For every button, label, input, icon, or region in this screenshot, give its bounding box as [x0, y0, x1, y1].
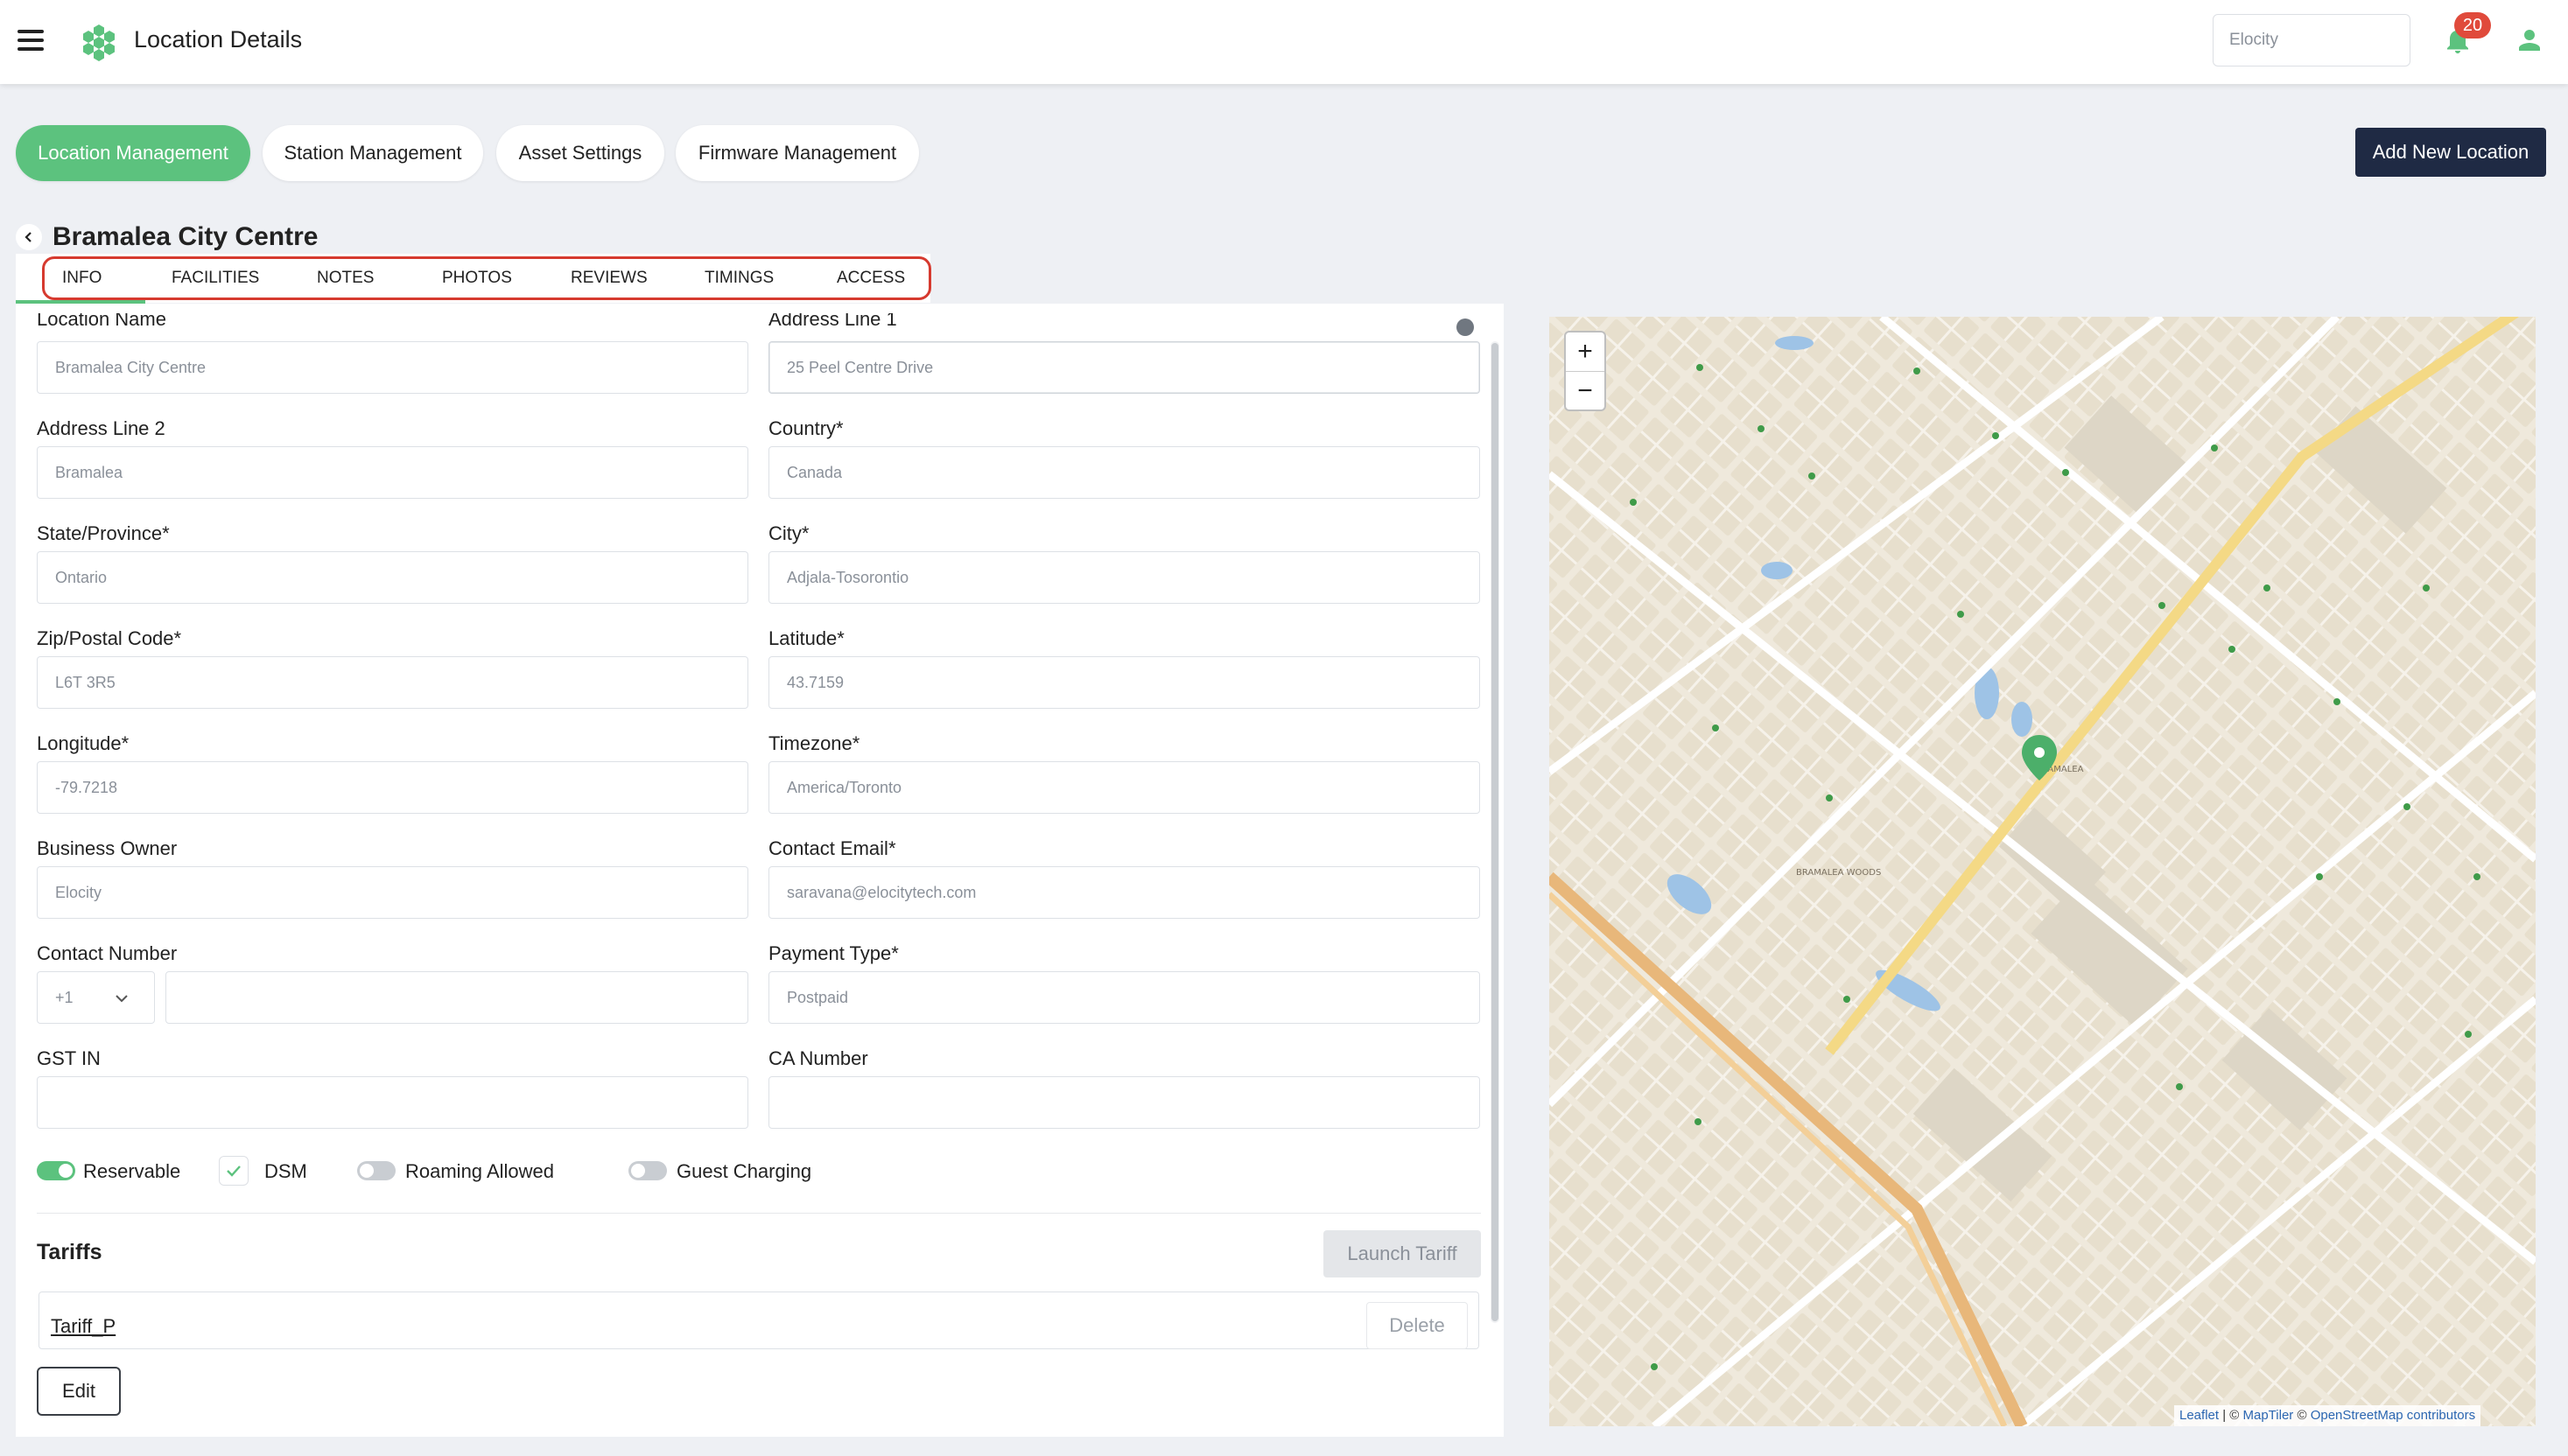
- city-input[interactable]: Adjala-Tosorontio: [768, 551, 1480, 604]
- location-title: Bramalea City Centre: [53, 222, 319, 251]
- notification-badge: 20: [2454, 12, 2491, 38]
- tariffs-title: Tariffs: [37, 1240, 102, 1264]
- user-icon[interactable]: [2514, 24, 2545, 56]
- ca-number-label: CA Number: [768, 1047, 868, 1069]
- address-line-2-input[interactable]: Bramalea: [37, 446, 748, 499]
- zoom-out-button[interactable]: −: [1566, 372, 1604, 410]
- payment-type-label: Payment Type*: [768, 942, 899, 964]
- business-owner-label: Business Owner: [37, 837, 178, 859]
- leaflet-link[interactable]: Leaflet: [2179, 1408, 2219, 1423]
- address-line-1-label: Address Line 1: [768, 313, 897, 330]
- chevron-down-icon: [116, 995, 128, 1003]
- guest-charging-toggle[interactable]: [628, 1161, 667, 1180]
- gst-in-label: GST IN: [37, 1047, 101, 1069]
- address-line-1-input[interactable]: 25 Peel Centre Drive: [768, 341, 1480, 394]
- reservable-label: Reservable: [83, 1160, 181, 1182]
- roaming-toggle[interactable]: [357, 1161, 396, 1180]
- dsm-label: DSM: [264, 1160, 307, 1182]
- city-label: City*: [768, 522, 810, 544]
- app-title: Location Details: [134, 26, 303, 52]
- roaming-label: Roaming Allowed: [405, 1160, 554, 1182]
- gst-in-input[interactable]: [37, 1076, 748, 1129]
- organization-select[interactable]: Elocity: [2213, 14, 2410, 66]
- country-input[interactable]: Canada: [768, 446, 1480, 499]
- tab-firmware-management[interactable]: Firmware Management: [676, 125, 919, 181]
- attribution-sep: | ©: [2219, 1408, 2243, 1423]
- add-new-location-button[interactable]: Add New Location: [2355, 128, 2546, 177]
- country-code-value: +1: [55, 989, 74, 1006]
- payment-type-input[interactable]: Postpaid: [768, 971, 1480, 1024]
- tab-asset-settings[interactable]: Asset Settings: [496, 125, 664, 181]
- ca-number-input[interactable]: [768, 1076, 1480, 1129]
- location-name-input[interactable]: Bramalea City Centre: [37, 341, 748, 394]
- info-icon[interactable]: [1456, 318, 1474, 336]
- map-label-bramalea-woods: BRAMALEA WOODS: [1796, 868, 1881, 878]
- state-label: State/Province*: [37, 522, 170, 544]
- map-zoom-control: + −: [1564, 331, 1606, 411]
- location-map[interactable]: BRAMALEA BRAMALEA WOODS: [1549, 317, 2536, 1426]
- zip-label: Zip/Postal Code*: [37, 627, 182, 649]
- menu-icon[interactable]: [18, 30, 44, 51]
- country-label: Country*: [768, 417, 844, 439]
- dsm-checkbox[interactable]: [219, 1156, 249, 1186]
- longitude-label: Longitude*: [37, 732, 130, 754]
- timezone-label: Timezone*: [768, 732, 860, 754]
- tariff-row: [39, 1292, 1479, 1349]
- country-code-select[interactable]: +1: [37, 971, 155, 1024]
- tariff-name-link[interactable]: Tariff_P: [51, 1315, 116, 1338]
- attribution-osm-prefix: ©: [2293, 1408, 2311, 1423]
- latitude-input[interactable]: 43.7159: [768, 656, 1480, 709]
- location-name-label: Location Name: [37, 313, 166, 330]
- tab-location-management[interactable]: Location Management: [16, 125, 250, 181]
- top-bar: Location Details Elocity 20: [0, 0, 2568, 84]
- longitude-input[interactable]: -79.7218: [37, 761, 748, 814]
- contact-email-label: Contact Email*: [768, 837, 896, 859]
- contact-email-input[interactable]: saravana@elocitytech.com: [768, 866, 1480, 919]
- form-scrollbar-thumb[interactable]: [1491, 343, 1498, 1321]
- guest-charging-label: Guest Charging: [677, 1160, 812, 1182]
- maptiler-link[interactable]: MapTiler: [2243, 1408, 2294, 1423]
- edit-button[interactable]: Edit: [37, 1367, 121, 1416]
- business-owner-input[interactable]: Elocity: [37, 866, 748, 919]
- zip-input[interactable]: L6T 3R5: [37, 656, 748, 709]
- state-input[interactable]: Ontario: [37, 551, 748, 604]
- chevron-left-icon: [25, 232, 32, 242]
- delete-tariff-button[interactable]: Delete: [1366, 1302, 1468, 1349]
- map-attribution: Leaflet | © MapTiler © OpenStreetMap con…: [2174, 1405, 2481, 1426]
- reservable-toggle[interactable]: [37, 1161, 75, 1180]
- logo-icon: [83, 24, 115, 61]
- section-divider: [37, 1213, 1481, 1214]
- contact-number-input[interactable]: [165, 971, 748, 1024]
- launch-tariff-button[interactable]: Launch Tariff: [1323, 1230, 1481, 1278]
- contact-number-label: Contact Number: [37, 942, 178, 964]
- tab-station-management[interactable]: Station Management: [263, 125, 483, 181]
- address-line-2-label: Address Line 2: [37, 417, 165, 439]
- osm-link[interactable]: OpenStreetMap contributors: [2311, 1408, 2475, 1423]
- timezone-input[interactable]: America/Toronto: [768, 761, 1480, 814]
- zoom-in-button[interactable]: +: [1566, 332, 1604, 371]
- latitude-label: Latitude*: [768, 627, 845, 649]
- map-tiles: BRAMALEA BRAMALEA WOODS: [1549, 317, 2536, 1426]
- check-icon: [227, 1166, 241, 1177]
- back-button[interactable]: [16, 224, 42, 250]
- tabs-highlight-box: [42, 256, 931, 300]
